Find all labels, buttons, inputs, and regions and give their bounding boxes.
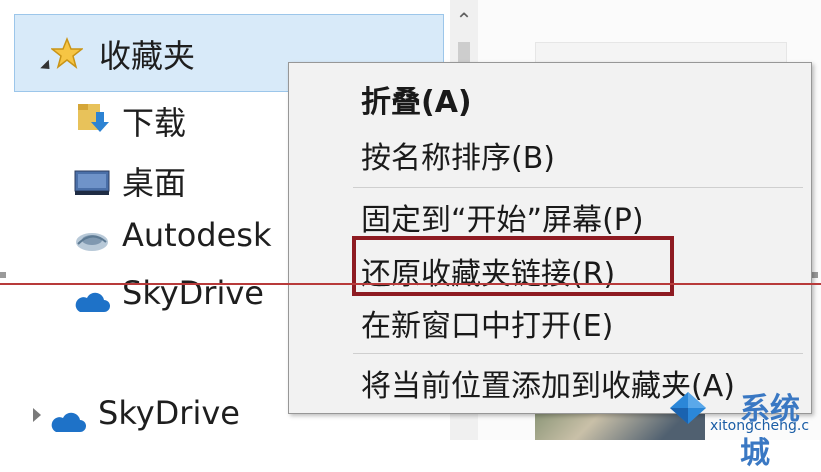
watermark: 系统城 xitongcheng.c [668,382,818,471]
cloud-icon [50,404,86,432]
menu-item-collapse[interactable]: 折叠(A) [361,71,472,127]
scroll-up-arrow-icon[interactable]: ⌃ [450,6,478,34]
watermark-url: xitongcheng.c [710,418,810,434]
cloud-icon [74,284,110,312]
tree-item-label: 下载 [122,104,187,142]
collapsed-arrow-icon[interactable] [33,408,41,422]
tree-item-label: SkyDrive [122,274,264,312]
menu-item-open-new-window[interactable]: 在新窗口中打开(E) [361,295,613,351]
menu-separator [353,353,803,354]
tree-item-label: 桌面 [122,164,187,202]
menu-separator [353,187,803,188]
annotation-line [0,283,821,285]
handle-dot [812,272,818,278]
tree-item-label: SkyDrive [98,394,240,432]
handle-dot [0,272,6,278]
highlight-box [352,236,674,296]
desktop-icon [74,166,110,195]
tree-item-label: 收藏夹 [99,37,196,75]
tree-item-label: Autodesk [122,216,272,254]
star-icon [49,36,85,69]
windows-logo-icon [668,388,712,428]
autodesk-icon [74,224,110,251]
downloads-folder-icon [76,100,110,134]
menu-item-sort-by-name[interactable]: 按名称排序(B) [361,127,555,183]
